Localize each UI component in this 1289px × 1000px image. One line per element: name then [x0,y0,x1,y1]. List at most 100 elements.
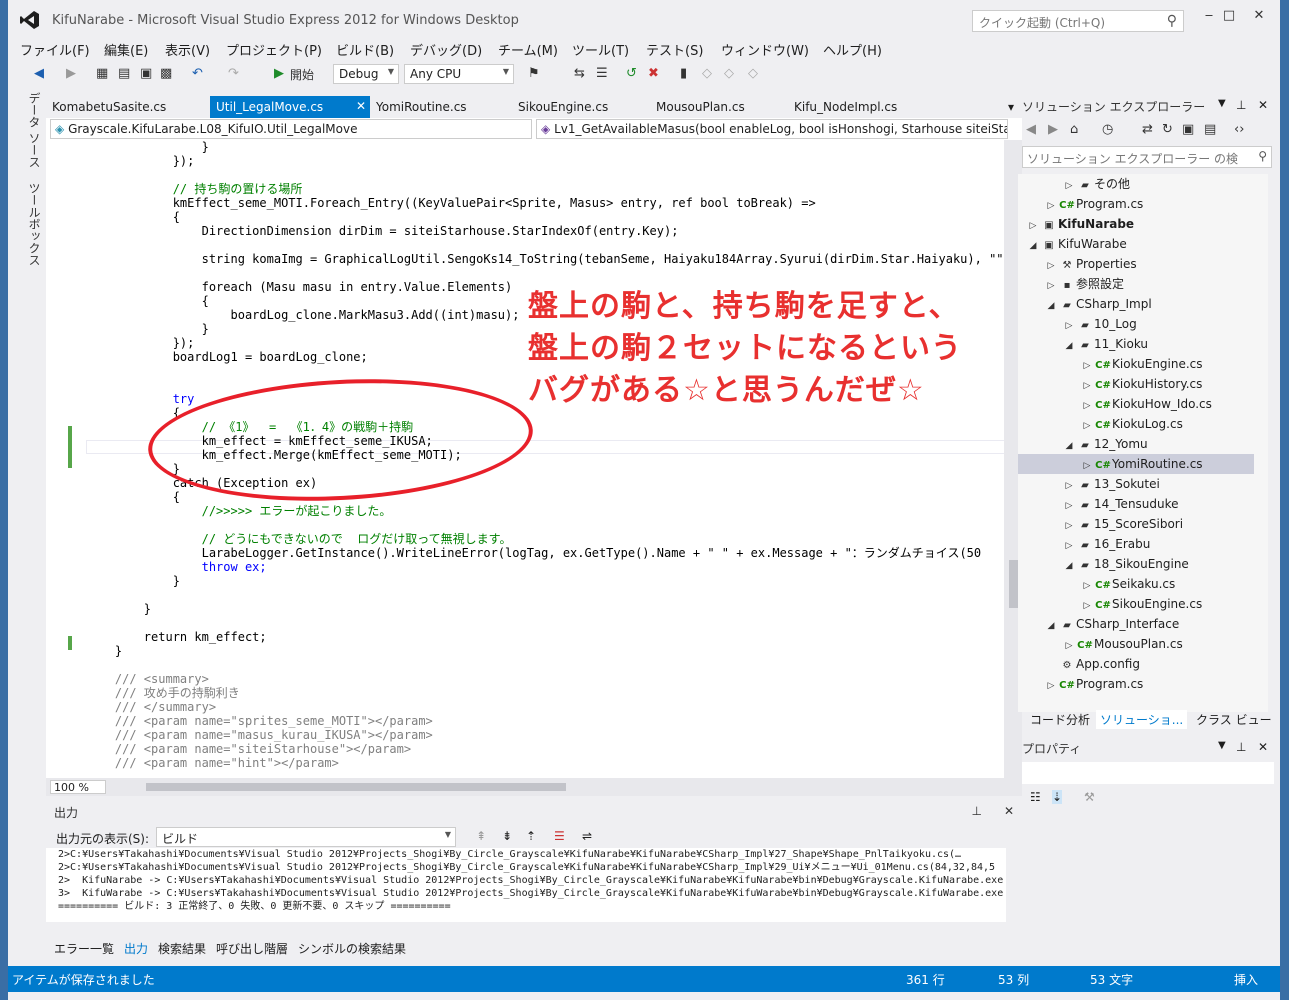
output-text[interactable]: 2>C:¥Users¥Takahashi¥Documents¥Visual St… [46,848,1006,922]
tab-util-legalmove[interactable]: Util_LegalMove.cs ✕ [210,96,370,118]
bookmark-icon[interactable]: ↺ [626,66,637,84]
tree-item[interactable]: ▷ ▰ 10_Log [1018,314,1254,334]
tree-item[interactable]: ▷ C#KiokuEngine.cs [1018,354,1254,374]
tree-item[interactable]: ◢ ▰ CSharp_Impl [1018,294,1254,314]
properties-object-select[interactable] [1022,762,1274,784]
tab-call-hierarchy[interactable]: 呼び出し階層 [216,940,288,957]
alphabetical-icon[interactable]: ⇣ [1052,790,1063,804]
forward-icon[interactable]: ▶ [1048,122,1058,137]
dropdown-icon[interactable]: ▼ [1218,98,1226,109]
tree-item[interactable]: ▷ C#YomiRoutine.cs [1018,454,1254,474]
menu-help[interactable]: ヘルプ(H) [823,40,882,59]
toolbox-tab[interactable]: ツールボックス [26,182,43,266]
expand-icon[interactable]: ▷ [1080,376,1094,396]
member-dropdown[interactable]: ◈ Lv1_GetAvailableMasus(bool enableLog, … [536,119,1008,139]
menu-window[interactable]: ウィンドウ(W) [721,40,809,59]
tree-item[interactable]: ▷ ⚒ Properties [1018,254,1254,274]
tab-sikouengine[interactable]: SikouEngine.cs [512,96,614,118]
pin-icon[interactable]: ⊥ [972,804,982,818]
start-button[interactable]: 開始 [290,66,314,84]
collapse-icon[interactable]: ◢ [1044,296,1058,316]
tree-item[interactable]: ▷ C#Program.cs [1018,674,1254,694]
categorized-icon[interactable]: ☷ [1030,790,1041,804]
expand-icon[interactable]: ▷ [1062,496,1076,516]
expand-icon[interactable]: ▷ [1080,416,1094,436]
tree-item[interactable]: ▷ C#Program.cs [1018,194,1254,214]
back-icon[interactable]: ◀ [34,66,44,84]
pending-changes-icon[interactable]: ◷ [1102,122,1113,137]
go-to-previous-icon[interactable]: ⇞ [476,829,486,843]
tree-item[interactable]: ▷ C#Seikaku.cs [1018,574,1254,594]
tree-item[interactable]: ▷ C#MousouPlan.cs [1018,634,1254,654]
tree-item[interactable]: ▷ ▰ 14_Tensuduke [1018,494,1254,514]
quick-launch-input[interactable]: クイック起動 (Ctrl+Q) ⚲ [972,10,1184,32]
home-icon[interactable]: ⌂ [1070,122,1078,137]
menu-test[interactable]: テスト(S) [646,40,703,59]
menu-build[interactable]: ビルド(B) [336,40,394,59]
pin-icon[interactable]: ⊥ [1236,740,1246,754]
expand-icon[interactable]: ▷ [1062,636,1076,656]
tree-item[interactable]: ⚙ App.config [1018,654,1254,674]
collapse-icon[interactable]: ◢ [1062,436,1076,456]
tab-kifu-nodeimpl[interactable]: Kifu_NodeImpl.cs [788,96,903,118]
expand-icon[interactable]: ▷ [1062,316,1076,336]
tab-mousouplan[interactable]: MousouPlan.cs [650,96,751,118]
find-in-files-icon[interactable]: ⚑ [528,66,540,84]
view-code-icon[interactable]: ‹› [1234,122,1244,137]
close-icon[interactable]: ✕ [1004,804,1014,818]
bookmark-flag-icon[interactable]: ▮ [680,66,687,84]
scroll-thumb[interactable] [1009,560,1018,608]
expand-icon[interactable]: ▷ [1080,396,1094,416]
output-source-select[interactable]: ビルド ▼ [156,827,456,847]
dropdown-icon[interactable]: ▼ [1218,740,1226,751]
tab-solution-explorer[interactable]: ソリューショ... [1096,710,1188,729]
tab-komabetusasite[interactable]: KomabetuSasite.cs [46,96,172,118]
tree-item[interactable]: ▷ ▰ 16_Erabu [1018,534,1254,554]
expand-icon[interactable]: ▷ [1062,516,1076,536]
save-all-icon[interactable]: ▩ [160,66,172,84]
clear-all-bookmarks-icon[interactable]: ◇ [748,66,758,84]
tree-item[interactable]: ◢ ▣ KifuWarabe [1018,234,1254,254]
editor-horizontal-scrollbar[interactable]: 100 % [46,778,1022,796]
menu-team[interactable]: チーム(M) [498,40,558,59]
zoom-select[interactable]: 100 % [50,780,106,794]
tab-error-list[interactable]: エラー一覧 [54,940,114,957]
maximize-button[interactable]: □ [1214,8,1244,28]
menu-file[interactable]: ファイル(F) [20,40,90,59]
expand-icon[interactable]: ▷ [1080,576,1094,596]
expand-icon[interactable]: ▷ [1080,596,1094,616]
solution-search-input[interactable]: ソリューション エクスプローラー の検 ⚲ [1022,146,1272,168]
expand-icon[interactable]: ▷ [1044,276,1058,296]
redo-icon[interactable]: ↷ [228,66,239,84]
refresh-icon[interactable]: ↻ [1162,122,1173,137]
tab-class-view[interactable]: クラス ビュー [1192,710,1276,729]
expand-icon[interactable]: ▷ [1062,176,1076,196]
data-sources-tab[interactable]: データ ソース [26,92,43,168]
tab-symbol-results[interactable]: シンボルの検索結果 [298,940,406,957]
menu-edit[interactable]: 編集(E) [104,40,148,59]
collapse-icon[interactable]: ◢ [1044,616,1058,636]
next-bookmark-icon[interactable]: ◇ [724,66,734,84]
format-icon[interactable]: ☰ [596,66,608,84]
prev-bookmark-icon[interactable]: ◇ [702,66,712,84]
forward-icon[interactable]: ▶ [66,66,76,84]
tab-yomiroutine[interactable]: YomiRoutine.cs [370,96,473,118]
expand-icon[interactable]: ▷ [1044,196,1058,216]
clear-all-icon[interactable]: ☰ [554,829,565,843]
new-project-icon[interactable]: ▦ [96,66,108,84]
tree-item[interactable]: ▷ C#KiokuHow_Ido.cs [1018,394,1254,414]
menu-debug[interactable]: デバッグ(D) [410,40,482,59]
expand-icon[interactable]: ▷ [1062,536,1076,556]
close-tab-icon[interactable]: ✕ [356,99,366,113]
clear-bookmark-icon[interactable]: ✖ [648,66,659,84]
expand-icon[interactable]: ▷ [1080,456,1094,476]
tree-item[interactable]: ◢ ▰ 11_Kioku [1018,334,1254,354]
step-icon[interactable]: ⇆ [574,66,585,84]
expand-icon[interactable]: ▷ [1026,216,1040,236]
tree-item[interactable]: ▷ ▣ KifuNarabe [1018,214,1254,234]
word-wrap-icon[interactable]: ⇌ [582,829,592,843]
menu-view[interactable]: 表示(V) [165,40,210,59]
scroll-thumb[interactable] [146,783,566,791]
close-icon[interactable]: ✕ [1258,740,1268,754]
tree-item[interactable]: ▷ ▪ 参照設定 [1018,274,1254,294]
